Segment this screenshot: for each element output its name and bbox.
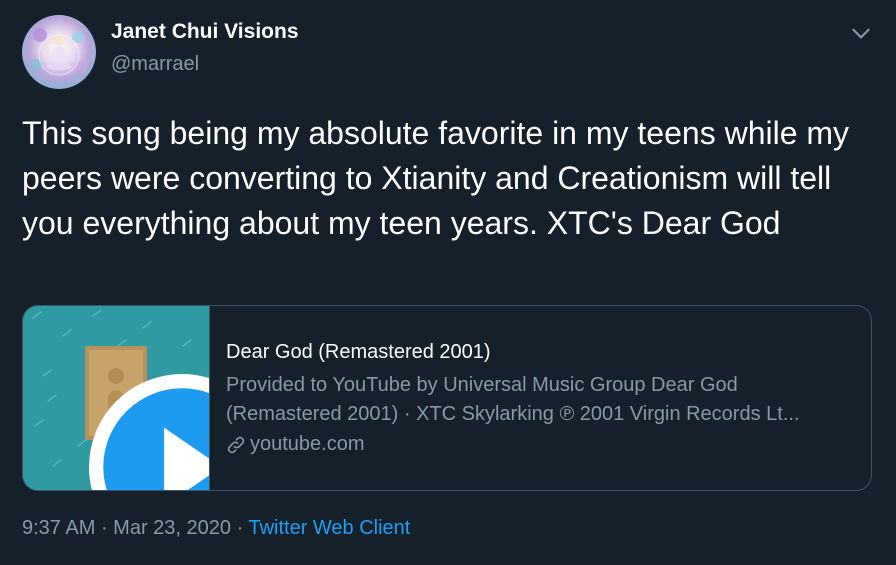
- meta-separator: ·: [231, 517, 249, 539]
- avatar[interactable]: [22, 15, 96, 89]
- display-name[interactable]: Janet Chui Visions: [111, 20, 299, 44]
- card-domain-label: youtube.com: [250, 433, 365, 455]
- meta-separator: ·: [95, 517, 114, 539]
- tweet-meta: 9:37 AM · Mar 23, 2020 · Twitter Web Cli…: [22, 517, 410, 540]
- link-icon: [227, 436, 245, 453]
- tweet-time[interactable]: 9:37 AM: [22, 517, 95, 539]
- chevron-down-icon[interactable]: [848, 20, 874, 46]
- user-handle[interactable]: @marrael: [111, 53, 199, 76]
- link-card[interactable]: Dear God (Remastered 2001) Provided to Y…: [22, 305, 872, 491]
- tweet: Janet Chui Visions @marrael This song be…: [0, 0, 896, 565]
- card-domain[interactable]: youtube.com: [226, 433, 365, 456]
- tweet-source-link[interactable]: Twitter Web Client: [248, 517, 410, 539]
- card-description: Provided to YouTube by Universal Music G…: [226, 374, 800, 425]
- meditating-figure-avatar-icon: [30, 28, 88, 76]
- tweet-date[interactable]: Mar 23, 2020: [113, 517, 231, 539]
- play-icon[interactable]: [89, 374, 210, 491]
- tweet-text: This song being my absolute favorite in …: [22, 115, 850, 241]
- card-thumbnail[interactable]: [23, 306, 210, 491]
- card-title[interactable]: Dear God (Remastered 2001): [226, 341, 491, 364]
